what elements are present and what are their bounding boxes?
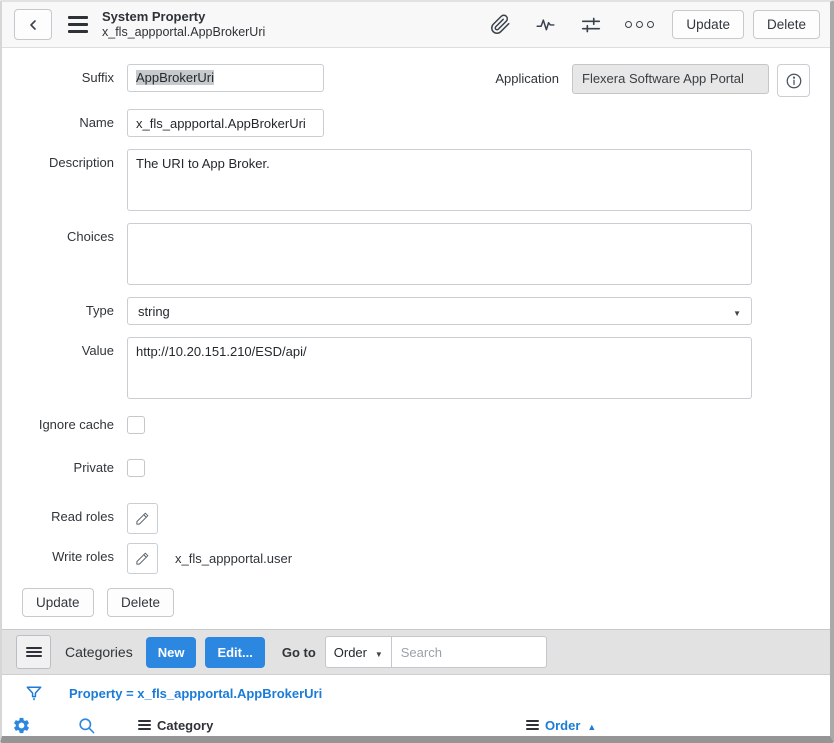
edit-button[interactable]: Edit... — [205, 637, 264, 668]
choices-textarea[interactable] — [127, 223, 752, 285]
ignore-cache-checkbox[interactable] — [127, 416, 145, 434]
footer-update-button[interactable]: Update — [22, 588, 94, 617]
pencil-icon — [135, 511, 150, 526]
name-label: Name — [22, 109, 127, 137]
column-header-label: Order — [545, 718, 580, 733]
name-row: Name — [22, 109, 810, 137]
form-footer: Update Delete — [2, 588, 830, 629]
activity-stream-icon[interactable] — [534, 14, 557, 35]
categories-list-header: Categories New Edit... Go to Order — [2, 629, 830, 675]
application-label: Application — [495, 64, 572, 94]
list-column-header-row: Category Order — [2, 711, 830, 740]
private-row: Private — [22, 454, 810, 482]
write-roles-edit-button[interactable] — [127, 543, 158, 574]
form-title-block: System Property x_fls_appportal.AppBroke… — [102, 9, 265, 41]
application-info-button[interactable] — [777, 64, 810, 97]
goto-label: Go to — [282, 645, 316, 660]
list-filter-row: Property = x_fls_appportal.AppBrokerUri — [2, 675, 830, 711]
categories-list-title: Categories — [65, 644, 133, 660]
chevron-left-icon — [25, 17, 41, 33]
ignore-cache-label: Ignore cache — [22, 411, 127, 439]
value-textarea[interactable]: http://10.20.151.210/ESD/api/ — [127, 337, 752, 399]
column-header-label: Category — [157, 718, 213, 733]
description-row: Description The URI to App Broker. — [22, 149, 810, 211]
type-row: Type string — [22, 297, 810, 325]
back-button[interactable] — [14, 9, 52, 40]
system-property-window: System Property x_fls_appportal.AppBroke… — [0, 0, 834, 743]
more-options-icon[interactable] — [625, 21, 654, 28]
sort-ascending-icon — [580, 718, 596, 733]
filter-breadcrumb[interactable]: Property = x_fls_appportal.AppBrokerUri — [69, 686, 322, 701]
private-checkbox[interactable] — [127, 459, 145, 477]
type-label: Type — [22, 297, 127, 325]
hamburger-icon — [26, 645, 42, 658]
type-select[interactable]: string — [127, 297, 752, 325]
value-row: Value http://10.20.151.210/ESD/api/ — [22, 337, 810, 399]
suffix-input[interactable]: AppBrokerUri — [127, 64, 324, 92]
column-header-order[interactable]: Order — [526, 718, 830, 733]
type-selected-value: string — [138, 304, 733, 319]
column-header-category[interactable]: Category — [138, 718, 526, 733]
suffix-application-row: Suffix AppBrokerUri Application Flexera … — [22, 64, 810, 97]
write-roles-row: Write roles x_fls_appportal.user — [22, 543, 810, 574]
form-subtitle: x_fls_appportal.AppBrokerUri — [102, 25, 265, 41]
name-input[interactable] — [127, 109, 324, 137]
goto-selected-value: Order — [334, 645, 375, 660]
value-label: Value — [22, 337, 127, 365]
read-roles-row: Read roles — [22, 503, 810, 534]
choices-row: Choices — [22, 223, 810, 285]
goto-column-select[interactable]: Order — [325, 636, 392, 668]
header-delete-button[interactable]: Delete — [753, 10, 820, 39]
read-roles-edit-button[interactable] — [127, 503, 158, 534]
application-field: Flexera Software App Portal — [572, 64, 769, 94]
dropdown-caret-icon — [733, 304, 741, 319]
dropdown-caret-icon — [375, 645, 383, 660]
pencil-icon — [135, 551, 150, 566]
private-label: Private — [22, 454, 127, 482]
header-update-button[interactable]: Update — [672, 10, 744, 39]
form-title: System Property — [102, 9, 265, 25]
write-roles-label: Write roles — [22, 543, 127, 571]
ignore-cache-row: Ignore cache — [22, 411, 810, 439]
personalize-form-icon[interactable] — [580, 14, 602, 36]
form-context-menu-icon[interactable] — [68, 16, 88, 34]
paperclip-icon[interactable] — [490, 14, 511, 35]
list-search-icon[interactable] — [77, 716, 96, 735]
choices-label: Choices — [22, 223, 127, 251]
suffix-selected-text: AppBrokerUri — [136, 70, 214, 85]
form-body: Suffix AppBrokerUri Application Flexera … — [2, 48, 830, 574]
read-roles-label: Read roles — [22, 503, 127, 531]
suffix-label: Suffix — [22, 64, 127, 92]
column-menu-icon — [138, 720, 151, 731]
gear-icon[interactable] — [12, 716, 31, 735]
list-search-input[interactable] — [392, 636, 547, 668]
description-label: Description — [22, 149, 127, 177]
funnel-icon[interactable] — [24, 683, 44, 704]
info-icon — [785, 72, 803, 90]
new-button[interactable]: New — [146, 637, 197, 668]
footer-delete-button[interactable]: Delete — [107, 588, 174, 617]
form-header: System Property x_fls_appportal.AppBroke… — [2, 2, 830, 48]
list-context-menu-button[interactable] — [16, 635, 51, 669]
column-menu-icon — [526, 720, 539, 731]
write-roles-value: x_fls_appportal.user — [175, 543, 292, 574]
description-textarea[interactable]: The URI to App Broker. — [127, 149, 752, 211]
